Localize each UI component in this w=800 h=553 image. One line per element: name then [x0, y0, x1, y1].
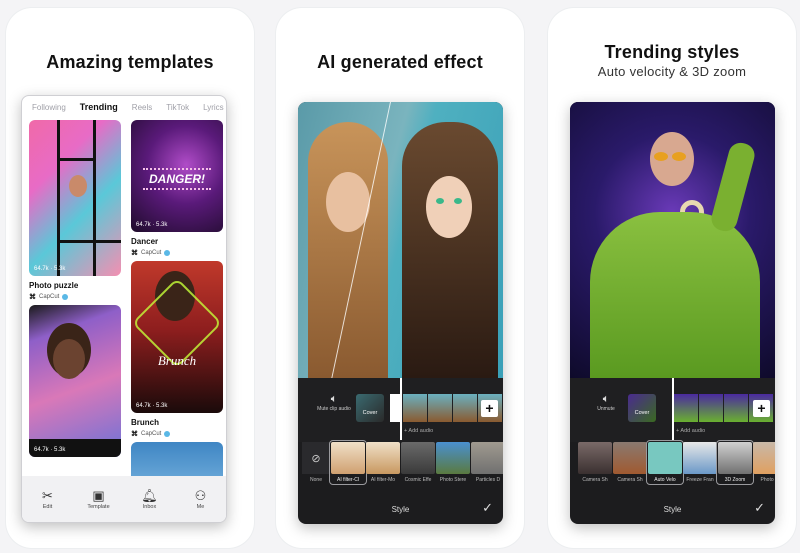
- cover-button[interactable]: Cover: [628, 394, 656, 422]
- template-name: Photo puzzle: [29, 281, 79, 290]
- style-footer-label: Style: [391, 504, 410, 514]
- style-footer-label: Style: [663, 504, 682, 514]
- timeline[interactable]: 🔈︎ Unmute Cover + + Add audio: [570, 378, 775, 442]
- style-footer: Style ✓: [298, 494, 503, 524]
- bottom-nav: ✂ Edit ▣ Template 🔔︎ Inbox ⚇ Me: [22, 476, 226, 522]
- video-preview: [570, 102, 775, 378]
- style-particles[interactable]: Particles D: [471, 442, 503, 483]
- speaker-icon: 🔈︎: [602, 393, 610, 405]
- add-audio-button[interactable]: + Add audio: [404, 428, 433, 434]
- clapper-icon: ▣: [92, 488, 105, 503]
- template-card-photo-puzzle[interactable]: 64.7k · 5.3k: [29, 120, 121, 276]
- nav-edit[interactable]: ✂ Edit: [28, 488, 68, 510]
- add-clip-button[interactable]: +: [753, 400, 770, 417]
- feed-column-right: DANGER! 64.7k · 5.3k Dancer ⌘ CapCut Brun…: [131, 120, 223, 476]
- template-card-sky[interactable]: [131, 442, 223, 476]
- confirm-check-icon[interactable]: ✓: [754, 500, 765, 516]
- template-stats: 64.7k · 5.3k: [136, 403, 168, 409]
- template-stats: 64.7k · 5.3k: [34, 266, 66, 272]
- template-stats: 64.7k · 5.3k: [34, 447, 66, 453]
- capcut-logo-icon: ⌘: [29, 294, 36, 301]
- style-none[interactable]: ⊘ None: [302, 442, 330, 483]
- panel-title: Trending styles: [604, 42, 740, 62]
- app-store-screenshots: Amazing templates Following Trending Ree…: [0, 0, 800, 553]
- speaker-icon: 🔈︎: [330, 393, 338, 405]
- style-picker: ⊘ None AI filter-Cl AI filter-Mo Cosmic …: [298, 440, 503, 490]
- feed-tabs: Following Trending Reels TikTok Lyrics: [22, 96, 226, 118]
- panel-title: Amazing templates: [46, 52, 214, 72]
- scissors-icon: ✂: [42, 488, 53, 503]
- panel-title: AI generated effect: [317, 52, 483, 72]
- verified-badge-icon: [164, 250, 171, 256]
- template-card-brunch[interactable]: Brunch 64.7k · 5.3k: [131, 261, 223, 413]
- template-name: Dancer: [131, 237, 159, 246]
- templates-phone: Following Trending Reels TikTok Lyrics 6…: [21, 95, 227, 523]
- nav-me[interactable]: ⚇ Me: [181, 488, 221, 510]
- ai-effect-phone: 🔈︎ Mute clip audio Cover + + Add audio ⊘ …: [298, 102, 503, 524]
- template-author: ⌘ CapCut: [131, 249, 223, 257]
- timeline[interactable]: 🔈︎ Mute clip audio Cover + + Add audio: [298, 378, 503, 442]
- template-feed: 64.7k · 5.3k Photo puzzle ⌘ CapCut 64.7k …: [28, 120, 226, 476]
- tab-trending[interactable]: Trending: [80, 102, 118, 112]
- playhead[interactable]: [400, 378, 402, 440]
- style-ai-filter-mo[interactable]: AI filter-Mo: [366, 442, 400, 483]
- feed-column-left: 64.7k · 5.3k Photo puzzle ⌘ CapCut 64.7k …: [29, 120, 121, 457]
- video-preview: [298, 102, 503, 378]
- nav-inbox[interactable]: 🔔︎ Inbox: [130, 488, 170, 510]
- capcut-logo-icon: ⌘: [131, 431, 138, 438]
- panel-subtitle: Auto velocity & 3D zoom: [597, 64, 747, 79]
- template-author: ⌘ CapCut: [29, 293, 121, 301]
- style-camera-shake-1[interactable]: Camera Sh: [578, 442, 612, 483]
- template-card-dancer[interactable]: DANGER! 64.7k · 5.3k: [131, 120, 223, 232]
- bell-icon: 🔔︎: [141, 488, 158, 503]
- mute-clip-audio-button[interactable]: 🔈︎ Mute clip audio: [316, 393, 352, 413]
- style-photo-stereo[interactable]: Photo Stere: [436, 442, 470, 483]
- template-author: ⌘ CapCut: [131, 430, 223, 438]
- tab-tiktok[interactable]: TikTok: [166, 103, 189, 112]
- tab-reels[interactable]: Reels: [132, 103, 152, 112]
- style-photo-play[interactable]: Photo Pl: [753, 442, 775, 483]
- verified-badge-icon: [164, 431, 171, 437]
- style-camera-shake-2[interactable]: Camera Sh: [613, 442, 647, 483]
- style-picker: Camera Sh Camera Sh Auto Velo Freeze Fra…: [570, 440, 775, 490]
- playhead[interactable]: [672, 378, 674, 440]
- style-ai-filter-cl[interactable]: AI filter-Cl: [329, 440, 367, 485]
- style-footer: Style ✓: [570, 494, 775, 524]
- style-3d-zoom[interactable]: 3D Zoom: [716, 440, 754, 485]
- trending-styles-phone: 🔈︎ Unmute Cover + + Add audio Camera Sh C…: [570, 102, 775, 524]
- none-icon: ⊘: [302, 442, 330, 474]
- add-audio-button[interactable]: + Add audio: [676, 428, 705, 434]
- person-icon: ⚇: [194, 488, 207, 503]
- template-card-portrait[interactable]: 64.7k · 5.3k: [29, 305, 121, 457]
- verified-badge-icon: [62, 294, 69, 300]
- dancer-overlay-text: DANGER!: [143, 168, 211, 190]
- style-freeze-frame[interactable]: Freeze Fran: [683, 442, 717, 483]
- capcut-logo-icon: ⌘: [131, 250, 138, 257]
- confirm-check-icon[interactable]: ✓: [482, 500, 493, 516]
- brunch-overlay-text: Brunch: [157, 353, 197, 368]
- add-clip-button[interactable]: +: [481, 400, 498, 417]
- unmute-button[interactable]: 🔈︎ Unmute: [588, 393, 624, 413]
- tab-lyrics[interactable]: Lyrics: [203, 103, 224, 112]
- nav-template[interactable]: ▣ Template: [79, 488, 119, 510]
- style-auto-velocity[interactable]: Auto Velo: [646, 440, 684, 485]
- template-stats: 64.7k · 5.3k: [136, 222, 168, 228]
- template-name: Brunch: [131, 418, 159, 427]
- style-cosmic-effect[interactable]: Cosmic Effe: [401, 442, 435, 483]
- tab-following[interactable]: Following: [32, 103, 66, 112]
- cover-button[interactable]: Cover: [356, 394, 384, 422]
